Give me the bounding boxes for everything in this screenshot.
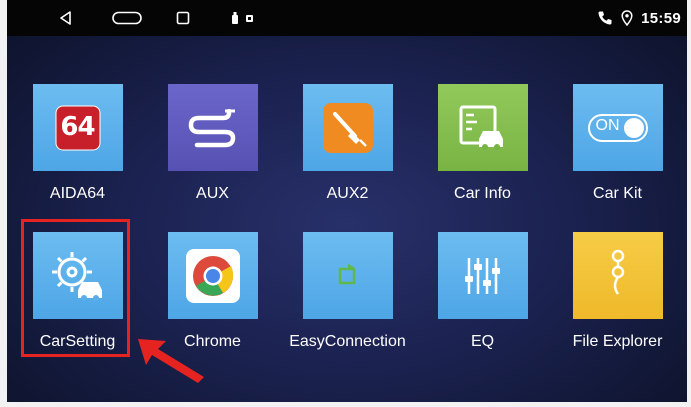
phone-icon (598, 11, 612, 25)
app-label: EasyConnection (289, 333, 406, 350)
status-right: 15:59 (597, 7, 681, 29)
home-icon (112, 11, 142, 25)
chrome-icon (185, 248, 240, 303)
app-label: File Explorer (572, 333, 663, 350)
clock: 15:59 (641, 9, 681, 27)
app-tile[interactable] (302, 232, 393, 319)
bezel-bottom (0, 402, 691, 407)
highlight-box (21, 219, 130, 357)
aux-cable-icon (188, 108, 235, 147)
aux2-cable-icon (322, 102, 373, 153)
home-button[interactable] (111, 8, 143, 28)
status-bar: 15:59 (7, 0, 687, 36)
folder-icon (611, 249, 624, 295)
equalizer-icon (464, 257, 500, 294)
notification-icons (231, 12, 254, 24)
app-label: AUX (196, 185, 229, 202)
app-car-kit[interactable]: ON Car Kit (550, 84, 685, 224)
bezel-left (0, 0, 7, 407)
red-arrow-icon (138, 339, 204, 383)
app-aux[interactable]: AUX (145, 84, 280, 224)
aida64-badge-text: 64 (60, 112, 95, 142)
recents-icon (176, 11, 190, 25)
usb-icon (232, 12, 238, 24)
back-icon (60, 11, 71, 25)
notification-icon (246, 15, 253, 22)
back-button[interactable] (55, 8, 75, 28)
app-label: AIDA64 (49, 185, 106, 202)
app-tile[interactable] (437, 84, 528, 171)
app-car-info[interactable]: Car Info (415, 84, 550, 224)
app-tile[interactable]: ON (572, 84, 663, 171)
app-label: Car Info (454, 185, 511, 202)
app-file-explorer[interactable]: File Explorer (550, 232, 685, 372)
app-aida64[interactable]: 64 AIDA64 (10, 84, 145, 224)
app-label: AUX2 (326, 185, 369, 202)
car-info-icon (459, 105, 503, 150)
recents-button[interactable] (173, 8, 193, 28)
app-tile[interactable] (572, 232, 663, 319)
app-easyconnection[interactable]: EasyConnection (280, 232, 415, 372)
app-label: Car Kit (593, 185, 642, 202)
app-tile[interactable] (302, 84, 393, 171)
app-tile[interactable]: 64 (32, 84, 123, 171)
app-tile[interactable] (167, 84, 258, 171)
bezel-right (687, 0, 691, 407)
location-icon (621, 10, 633, 26)
app-tile[interactable] (167, 232, 258, 319)
easy-connection-icon (338, 263, 355, 284)
app-aux2[interactable]: AUX2 (280, 84, 415, 224)
app-label: EQ (470, 333, 495, 350)
app-tile[interactable] (437, 232, 528, 319)
app-eq[interactable]: EQ (415, 232, 550, 372)
toggle-label: ON (595, 117, 620, 134)
